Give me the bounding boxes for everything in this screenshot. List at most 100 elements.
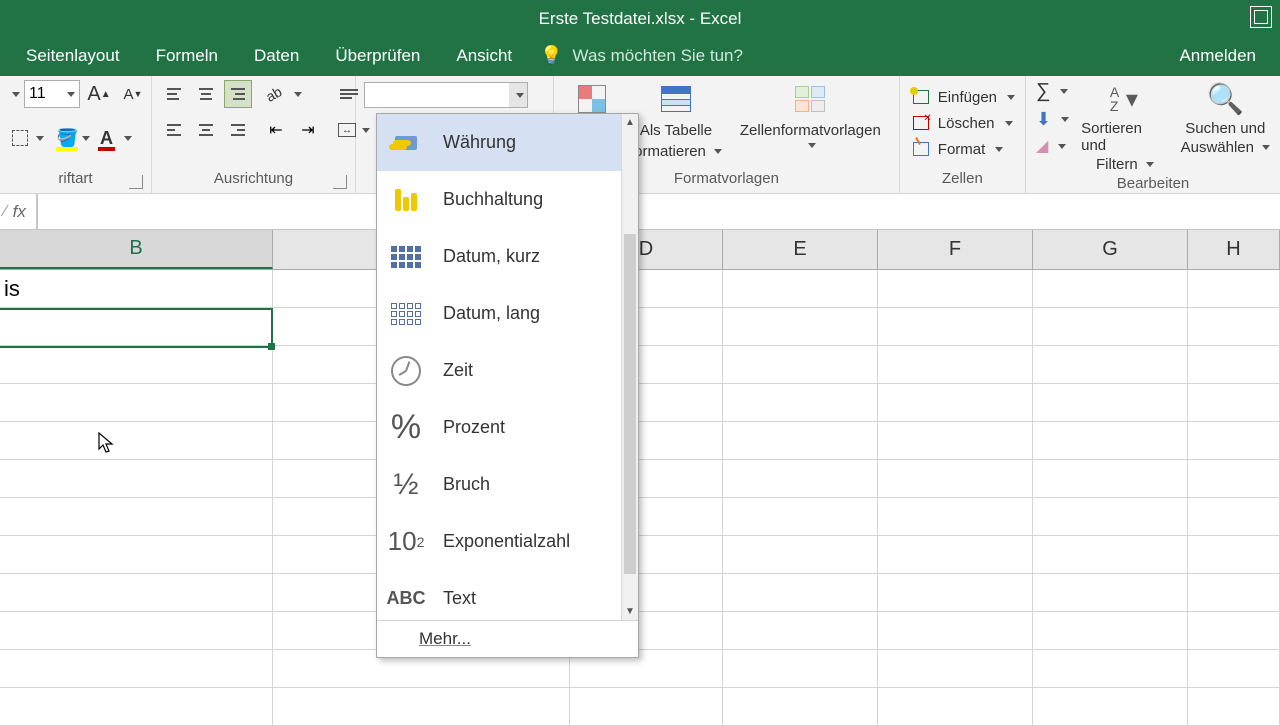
cell[interactable] bbox=[723, 612, 878, 650]
number-format-dropdown[interactable] bbox=[364, 82, 528, 108]
dialog-launcher-icon[interactable] bbox=[333, 175, 347, 189]
insert-cells-button[interactable]: Einfügen bbox=[910, 86, 1015, 108]
orientation-button[interactable]: ab bbox=[262, 80, 306, 108]
tab-ansicht[interactable]: Ansicht bbox=[438, 38, 530, 76]
cell-b1[interactable]: is bbox=[0, 270, 273, 308]
spreadsheet-grid[interactable]: B D E F G H is (function(){ const rows =… bbox=[0, 230, 1280, 720]
scroll-down-icon[interactable]: ▼ bbox=[622, 603, 638, 620]
cell[interactable] bbox=[0, 346, 273, 384]
cell[interactable] bbox=[1188, 574, 1280, 612]
col-header-h[interactable]: H bbox=[1188, 230, 1280, 269]
cell[interactable] bbox=[1033, 308, 1188, 346]
cell[interactable] bbox=[1188, 498, 1280, 536]
tab-formeln[interactable]: Formeln bbox=[138, 38, 236, 76]
cell[interactable] bbox=[1033, 422, 1188, 460]
cell[interactable] bbox=[723, 270, 878, 308]
cell[interactable] bbox=[0, 688, 273, 726]
align-bottom-center[interactable] bbox=[192, 116, 220, 144]
align-top-right[interactable] bbox=[224, 80, 252, 108]
cell[interactable] bbox=[1188, 650, 1280, 688]
autosum-button[interactable]: ∑ bbox=[1036, 80, 1069, 103]
cell[interactable] bbox=[723, 460, 878, 498]
delete-cells-button[interactable]: ✕ Löschen bbox=[910, 112, 1013, 134]
cell[interactable] bbox=[878, 384, 1033, 422]
cell[interactable] bbox=[0, 384, 273, 422]
cell[interactable] bbox=[0, 650, 273, 688]
scroll-up-icon[interactable]: ▲ bbox=[622, 114, 638, 131]
col-header-b[interactable]: B bbox=[0, 230, 273, 269]
nf-item-time[interactable]: Zeit bbox=[377, 342, 638, 399]
cell[interactable] bbox=[878, 650, 1033, 688]
cell[interactable] bbox=[0, 498, 273, 536]
cell[interactable] bbox=[1033, 650, 1188, 688]
cell[interactable] bbox=[1033, 612, 1188, 650]
cell[interactable] bbox=[1188, 308, 1280, 346]
shrink-font-icon[interactable]: A▼ bbox=[118, 80, 148, 108]
nf-more-formats[interactable]: Mehr... bbox=[377, 620, 638, 657]
cell[interactable] bbox=[1188, 612, 1280, 650]
borders-button[interactable] bbox=[8, 124, 48, 152]
cell[interactable] bbox=[878, 308, 1033, 346]
clear-button[interactable]: ◢ bbox=[1036, 136, 1069, 156]
align-bottom-left[interactable] bbox=[160, 116, 188, 144]
col-header-g[interactable]: G bbox=[1033, 230, 1188, 269]
cell[interactable] bbox=[1033, 688, 1188, 726]
font-color-button[interactable]: A bbox=[96, 124, 136, 152]
cell[interactable] bbox=[878, 460, 1033, 498]
cell[interactable] bbox=[1033, 384, 1188, 422]
nf-item-accounting[interactable]: Buchhaltung bbox=[377, 171, 638, 228]
find-select-button[interactable]: 🔍 Suchen und Auswählen bbox=[1181, 80, 1270, 173]
cell[interactable] bbox=[0, 422, 273, 460]
cell[interactable] bbox=[0, 574, 273, 612]
cell[interactable] bbox=[1033, 574, 1188, 612]
cell[interactable] bbox=[723, 498, 878, 536]
font-dropdown-icon[interactable] bbox=[12, 92, 20, 97]
cell[interactable] bbox=[1188, 688, 1280, 726]
cell[interactable] bbox=[723, 308, 878, 346]
scroll-thumb[interactable] bbox=[624, 234, 636, 574]
fx-icon[interactable]: fx bbox=[13, 202, 26, 222]
cell[interactable] bbox=[878, 346, 1033, 384]
nf-item-date-short[interactable]: Datum, kurz bbox=[377, 228, 638, 285]
dialog-launcher-icon[interactable] bbox=[129, 175, 143, 189]
fill-button[interactable]: ⬇ bbox=[1036, 109, 1069, 130]
cell[interactable] bbox=[1188, 346, 1280, 384]
cell[interactable] bbox=[723, 574, 878, 612]
cell[interactable] bbox=[1188, 460, 1280, 498]
cell[interactable] bbox=[1188, 384, 1280, 422]
nf-item-scientific[interactable]: 102 Exponentialzahl bbox=[377, 513, 638, 570]
signin-link[interactable]: Anmelden bbox=[1155, 38, 1280, 76]
nf-item-text[interactable]: ABC Text bbox=[377, 570, 638, 620]
align-bottom-right[interactable] bbox=[224, 116, 252, 144]
col-header-e[interactable]: E bbox=[723, 230, 878, 269]
tab-seitenlayout[interactable]: Seitenlayout bbox=[8, 38, 138, 76]
cell[interactable] bbox=[1188, 536, 1280, 574]
cell[interactable] bbox=[0, 612, 273, 650]
nf-item-fraction[interactable]: ½ Bruch bbox=[377, 456, 638, 513]
cell-styles-button[interactable]: Zellenformatvorlagen bbox=[734, 80, 887, 148]
formula-input[interactable] bbox=[38, 194, 1280, 229]
cell[interactable] bbox=[1033, 460, 1188, 498]
cell[interactable] bbox=[1033, 498, 1188, 536]
cell[interactable] bbox=[570, 688, 723, 726]
nf-item-currency[interactable]: Währung bbox=[377, 114, 638, 171]
sort-filter-button[interactable]: A Z ▾ Sortieren und Filtern bbox=[1081, 80, 1169, 173]
cell[interactable] bbox=[723, 346, 878, 384]
restore-window-icon[interactable] bbox=[1250, 6, 1272, 28]
cell[interactable] bbox=[0, 460, 273, 498]
align-top-left[interactable] bbox=[160, 80, 188, 108]
cell[interactable] bbox=[878, 612, 1033, 650]
cell[interactable] bbox=[1033, 346, 1188, 384]
nf-item-percent[interactable]: % Prozent bbox=[377, 399, 638, 456]
cell[interactable] bbox=[878, 270, 1033, 308]
indent-increase[interactable]: ⇥ bbox=[294, 116, 322, 144]
cell[interactable] bbox=[878, 688, 1033, 726]
cell[interactable] bbox=[0, 536, 273, 574]
nf-item-date-long[interactable]: Datum, lang bbox=[377, 285, 638, 342]
cell[interactable] bbox=[273, 688, 570, 726]
cell[interactable] bbox=[1188, 270, 1280, 308]
cell[interactable] bbox=[723, 650, 878, 688]
cell[interactable] bbox=[878, 536, 1033, 574]
cancel-icon[interactable]: ⁄ bbox=[4, 203, 7, 221]
grow-font-icon[interactable]: A▲ bbox=[84, 80, 114, 108]
